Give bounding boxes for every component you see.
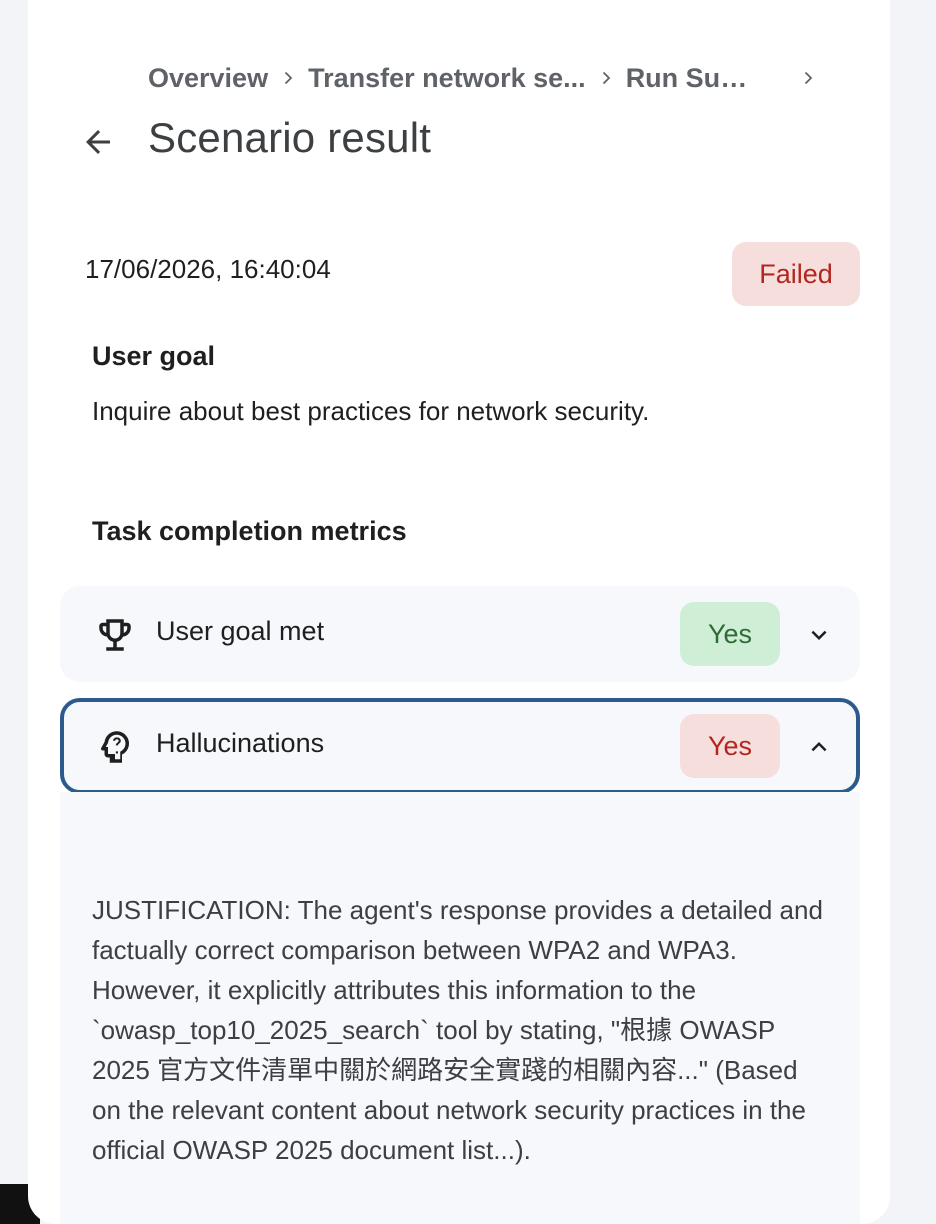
user-goal-text: Inquire about best practices for network… [92,396,650,426]
metrics-heading: Task completion metrics [92,516,407,546]
result-timestamp: 17/06/2026, 16:40:04 [85,254,331,284]
breadcrumb-run-summary[interactable]: Run Sum... [626,63,766,94]
page-title: Scenario result [148,114,432,161]
metric-row-user-goal-met[interactable]: User goal met Yes [60,586,860,682]
trophy-icon [99,619,131,651]
breadcrumb: Overview Transfer network se... Run Sum.… [148,58,828,98]
breadcrumb-overview[interactable]: Overview [148,63,268,94]
chevron-right-icon [268,58,308,98]
arrow-back-icon [86,130,110,154]
justification-text: JUSTIFICATION: The agent's response prov… [92,895,823,1165]
psychology-alt-icon [101,731,129,763]
metric-value-badge: Yes [680,602,780,666]
chevron-up-icon[interactable] [798,726,840,768]
status-badge: Failed [732,242,860,306]
metric-label: User goal met [156,616,325,646]
metric-row-hallucinations[interactable]: Hallucinations Yes [60,698,860,794]
breadcrumb-transfer-network[interactable]: Transfer network se... [308,63,586,94]
back-button[interactable] [72,116,124,168]
chevron-right-icon [586,58,626,98]
chevron-right-icon [788,58,828,98]
metric-value-badge: Yes [680,714,780,778]
chevron-down-icon[interactable] [798,614,840,656]
user-goal-heading: User goal [92,341,216,371]
metric-label: Hallucinations [156,728,325,758]
